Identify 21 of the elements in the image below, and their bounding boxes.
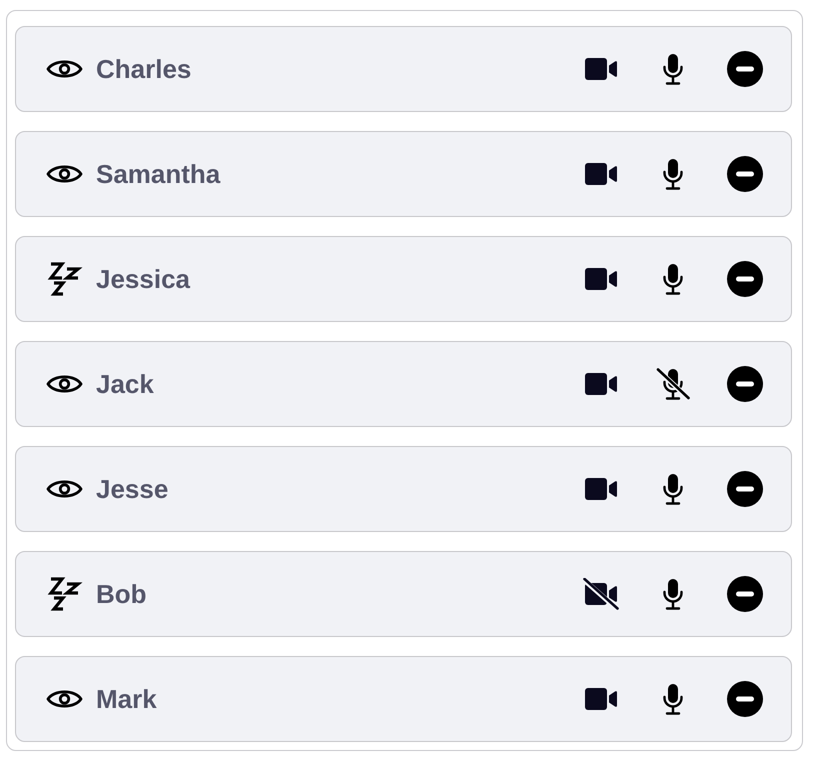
minus-circle-icon — [727, 261, 763, 297]
remove-participant-button[interactable] — [725, 469, 765, 509]
minus-circle-icon — [727, 471, 763, 507]
minus-circle-icon — [727, 51, 763, 87]
participant-name: Bob — [96, 581, 147, 607]
minus-circle-icon — [727, 576, 763, 612]
participant-name: Mark — [96, 686, 157, 712]
participant-name: Jessica — [96, 266, 190, 292]
remove-participant-button[interactable] — [725, 259, 765, 299]
remove-participant-button[interactable] — [725, 574, 765, 614]
minus-circle-icon — [727, 366, 763, 402]
remove-participant-button[interactable] — [725, 154, 765, 194]
participant-name: Jack — [96, 371, 154, 397]
participant-name: Charles — [96, 56, 192, 82]
minus-circle-icon — [727, 156, 763, 192]
minus-circle-icon — [727, 681, 763, 717]
remove-participant-button[interactable] — [725, 49, 765, 89]
participant-name: Jesse — [96, 476, 168, 502]
remove-participant-button[interactable] — [725, 364, 765, 404]
participant-name: Samantha — [96, 161, 220, 187]
remove-participant-button[interactable] — [725, 679, 765, 719]
